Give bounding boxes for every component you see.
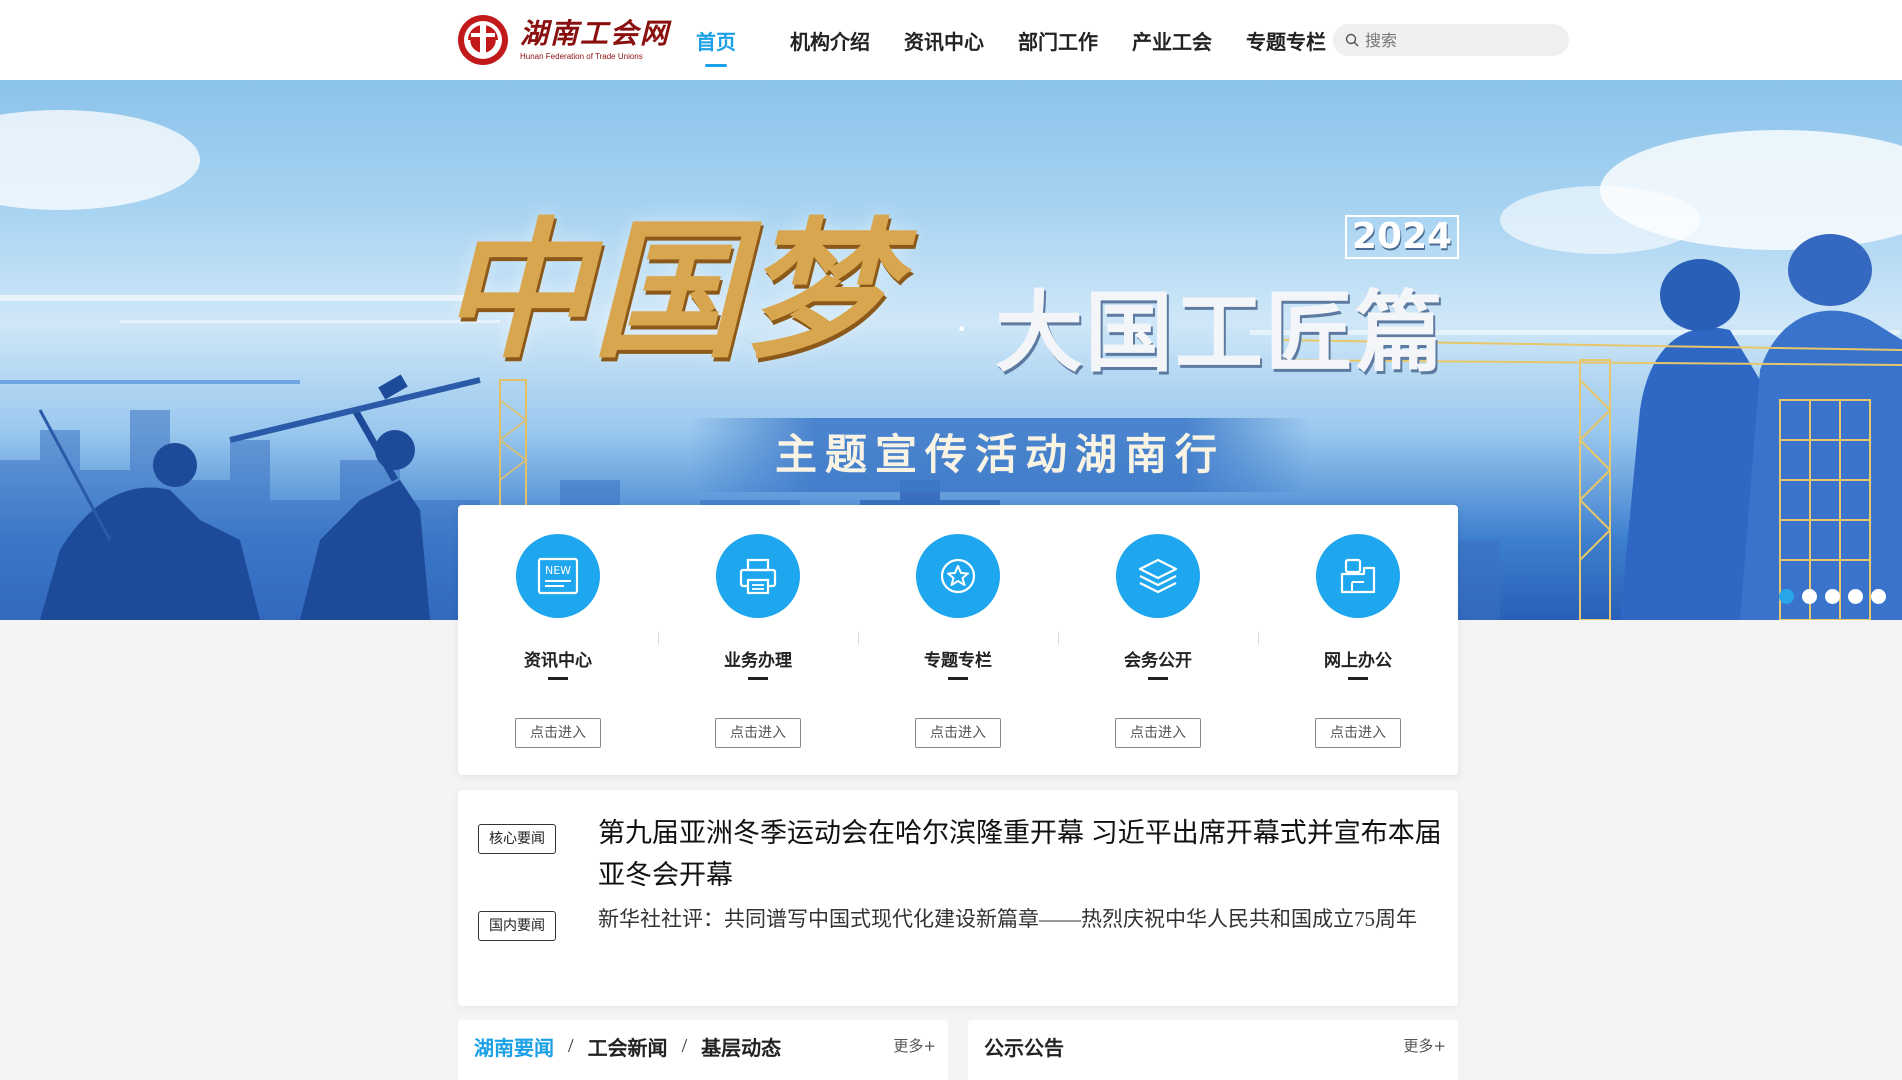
main-nav: 首页 机构介绍 资讯中心 部门工作 产业工会 专题专栏 [680,0,1360,80]
logo-english-name: Hunan Federation of Trade Unions [520,51,643,61]
news-panel: 湖南要闻 / 工会新闻 / 基层动态 更多+ [458,1020,948,1080]
tab-hunan-news[interactable]: 湖南要闻 [474,1032,554,1061]
tab-union-news[interactable]: 工会新闻 [588,1032,668,1061]
star-badge-icon[interactable] [916,534,1000,618]
enter-button[interactable]: 点击进入 [715,718,801,748]
headlines-card: 核心要闻 第九届亚洲冬季运动会在哈尔滨隆重开幕 习近平出席开幕式并宣布本届亚冬会… [458,790,1458,1006]
tab-separator: / [681,1035,688,1057]
headline-row-domestic: 国内要闻 新华社社评：共同谱写中国式现代化建设新篇章——热烈庆祝中华人民共和国成… [478,907,1448,941]
quick-access-card: NEW 资讯中心 点击进入 业务办理 点击进入 专题专栏 点击进入 会务公开 点… [458,505,1458,775]
headline-link[interactable]: 第九届亚洲冬季运动会在哈尔滨隆重开幕 习近平出席开幕式并宣布本届亚冬会开幕 [598,812,1448,896]
printer-icon[interactable] [716,534,800,618]
quick-item-meeting-public[interactable]: 会务公开 点击进入 [1058,505,1258,775]
nav-industry-unions[interactable]: 产业工会 [1132,26,1212,55]
enter-button[interactable]: 点击进入 [915,718,1001,748]
nav-special-topics[interactable]: 专题专栏 [1246,26,1326,55]
svg-text:NEW: NEW [545,564,571,577]
office-icon[interactable] [1316,534,1400,618]
quick-label: 网上办公 [1324,651,1392,670]
search-input[interactable] [1365,30,1555,50]
headline-row-core: 核心要闻 第九届亚洲冬季运动会在哈尔滨隆重开幕 习近平出席开幕式并宣布本届亚冬会… [478,818,1448,896]
quick-item-business[interactable]: 业务办理 点击进入 [658,505,858,775]
quick-underline [948,677,968,680]
headline-link[interactable]: 新华社社评：共同谱写中国式现代化建设新篇章——热烈庆祝中华人民共和国成立75周年 [598,901,1448,941]
quick-label: 资讯中心 [524,651,592,670]
quick-underline [1348,677,1368,680]
search-box [1333,24,1569,56]
banner-tagline: 主题宣传活动湖南行 [690,418,1310,492]
search-icon[interactable] [1345,33,1359,47]
union-emblem-icon [458,15,508,65]
notice-title[interactable]: 公示公告 [984,1032,1064,1061]
nav-about[interactable]: 机构介绍 [790,26,870,55]
quick-item-online-office[interactable]: 网上办公 点击进入 [1258,505,1458,775]
headline-tag: 国内要闻 [478,911,556,941]
notice-panel: 公示公告 更多+ [968,1020,1458,1080]
tab-separator: / [568,1035,574,1057]
slider-dot-5[interactable] [1871,589,1886,604]
quick-item-news-center[interactable]: NEW 资讯中心 点击进入 [458,505,658,775]
site-logo[interactable]: 湖南工会网 Hunan Federation of Trade Unions [456,12,670,68]
notice-title-wrap: 公示公告 [984,1032,1064,1061]
nav-news-center[interactable]: 资讯中心 [904,26,984,55]
quick-underline [548,677,568,680]
headline-tag: 核心要闻 [478,824,556,854]
nav-department-work[interactable]: 部门工作 [1018,26,1098,55]
enter-button[interactable]: 点击进入 [1315,718,1401,748]
quick-underline [748,677,768,680]
tab-grassroots[interactable]: 基层动态 [701,1032,781,1061]
more-link[interactable]: 更多+ [893,1035,936,1056]
banner-title-dot: · [955,306,969,351]
banner-slider-dots [1779,589,1886,604]
quick-label: 专题专栏 [924,651,992,670]
slider-dot-2[interactable] [1802,589,1817,604]
quick-underline [1148,677,1168,680]
enter-button[interactable]: 点击进入 [515,718,601,748]
slider-dot-4[interactable] [1848,589,1863,604]
quick-label: 会务公开 [1124,651,1192,670]
slider-dot-3[interactable] [1825,589,1840,604]
news-tabs: 湖南要闻 / 工会新闻 / 基层动态 [474,1032,781,1061]
new-icon[interactable]: NEW [516,534,600,618]
site-header: 湖南工会网 Hunan Federation of Trade Unions 首… [0,0,1902,80]
banner-year: 2024 [1345,215,1459,259]
banner-title: 中国梦 [440,203,897,379]
nav-home[interactable]: 首页 [696,26,736,55]
banner-subtitle: 大国工匠篇 [995,280,1446,384]
enter-button[interactable]: 点击进入 [1115,718,1201,748]
quick-label: 业务办理 [724,651,792,670]
layers-icon[interactable] [1116,534,1200,618]
logo-chinese-name: 湖南工会网 [520,16,671,50]
slider-dot-1[interactable] [1779,589,1794,604]
more-link[interactable]: 更多+ [1403,1035,1446,1056]
quick-item-special-topics[interactable]: 专题专栏 点击进入 [858,505,1058,775]
